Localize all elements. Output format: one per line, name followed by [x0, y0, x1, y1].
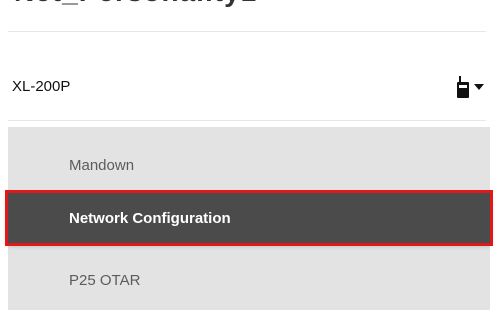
menu-item-p25-otar[interactable]: P25 OTAR — [8, 255, 490, 305]
menu-item-label: P25 OTAR — [69, 271, 141, 289]
personality-menu: Mandown Network Configuration P25 OTAR — [5, 127, 493, 310]
personality-title: Net_Personality1 — [14, 0, 257, 8]
menu-item-label: Network Configuration — [69, 209, 231, 227]
radio-icon — [457, 76, 469, 98]
menu-item-mandown[interactable]: Mandown — [8, 140, 490, 190]
device-name: XL-200P — [12, 78, 71, 95]
header-divider — [8, 31, 486, 32]
device-menu-button[interactable] — [456, 75, 490, 99]
menu-item-label: Mandown — [69, 156, 135, 174]
device-row[interactable]: XL-200P — [0, 55, 496, 117]
caret-down-icon — [474, 84, 484, 90]
menu-item-network-configuration[interactable]: Network Configuration — [5, 190, 493, 246]
device-divider — [8, 120, 486, 121]
